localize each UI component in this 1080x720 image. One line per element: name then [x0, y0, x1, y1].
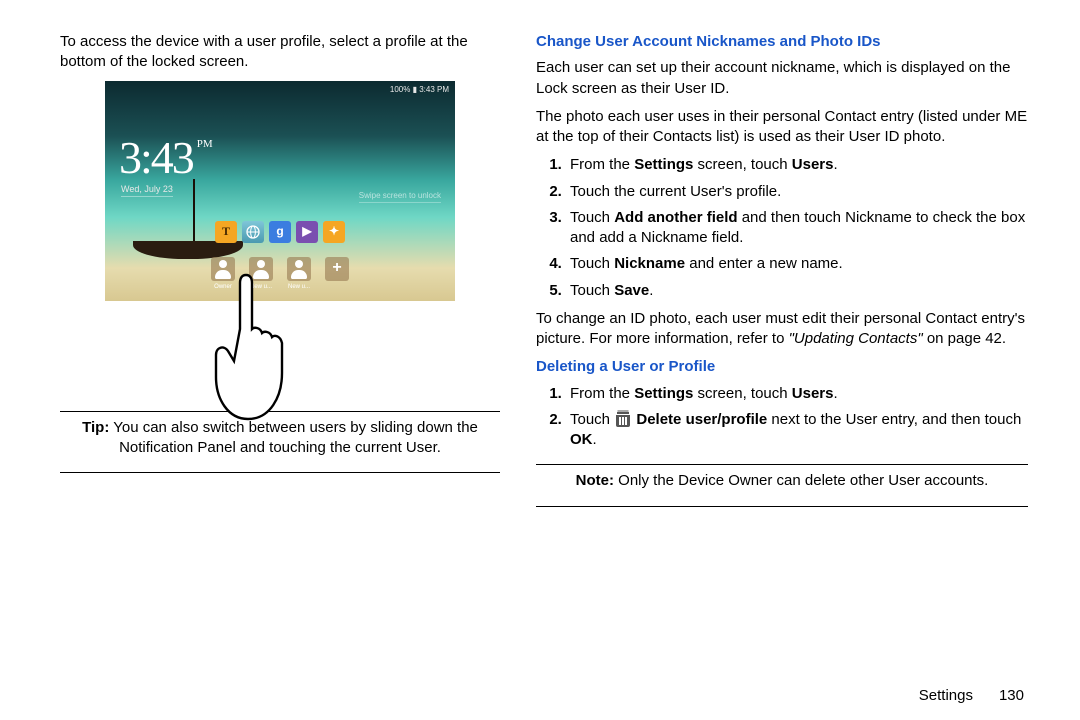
browser-app-icon	[242, 221, 264, 243]
play-app-icon: ▶	[296, 221, 318, 243]
user-avatar-add	[325, 257, 349, 281]
divider	[536, 506, 1028, 507]
step: From the Settings screen, touch Users.	[566, 155, 1028, 175]
app-shortcut-row: T g ▶ ✦	[215, 221, 345, 243]
swipe-hint: Swipe screen to unlock	[359, 191, 441, 204]
trash-icon	[616, 412, 630, 427]
lockscreen-date: Wed, July 23	[121, 183, 173, 197]
t-app-icon: T	[215, 221, 237, 243]
step: Touch Delete user/profile next to the Us…	[566, 410, 1028, 451]
step: Touch Add another field and then touch N…	[566, 208, 1028, 249]
lockscreen-time: 3:43PM	[119, 127, 209, 189]
step: Touch Nickname and enter a new name.	[566, 254, 1028, 274]
note-paragraph: Note: Only the Device Owner can delete o…	[536, 471, 1028, 491]
star-app-icon: ✦	[323, 221, 345, 243]
step: Touch Save.	[566, 281, 1028, 301]
hand-pointer-icon	[204, 269, 294, 429]
steps-list-1: From the Settings screen, touch Users. T…	[536, 155, 1028, 301]
paragraph: The photo each user uses in their person…	[536, 107, 1028, 148]
step: From the Settings screen, touch Users.	[566, 384, 1028, 404]
paragraph: Each user can set up their account nickn…	[536, 58, 1028, 99]
divider	[60, 472, 500, 473]
page-footer: Settings 130	[919, 687, 1024, 704]
heading-change-nicknames: Change User Account Nicknames and Photo …	[536, 32, 1028, 52]
lockscreen-illustration: 100% ▮ 3:43 PM 3:43PM Wed, July 23 Swipe…	[105, 81, 455, 301]
google-app-icon: g	[269, 221, 291, 243]
step: Touch the current User's profile.	[566, 182, 1028, 202]
intro-text: To access the device with a user profile…	[60, 32, 500, 73]
paragraph: To change an ID photo, each user must ed…	[536, 309, 1028, 350]
divider	[536, 464, 1028, 465]
heading-deleting-user: Deleting a User or Profile	[536, 357, 1028, 377]
footer-page-number: 130	[999, 687, 1024, 704]
status-bar: 100% ▮ 3:43 PM	[390, 85, 449, 96]
footer-section: Settings	[919, 687, 973, 704]
steps-list-2: From the Settings screen, touch Users. T…	[536, 384, 1028, 451]
